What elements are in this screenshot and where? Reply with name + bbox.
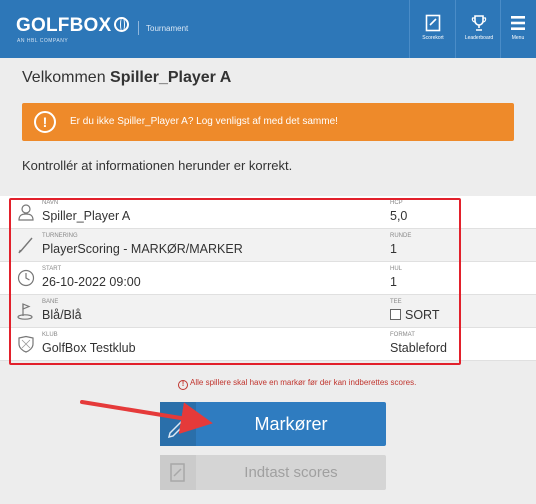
pencil-icon <box>18 237 33 254</box>
player-name: Spiller_Player A <box>110 69 232 86</box>
button-icon-area <box>160 455 196 490</box>
warning-banner: ! Er du ikke Spiller_Player A? Log venli… <box>22 103 514 141</box>
hole-value: 1 <box>390 275 397 289</box>
info-row-course: BANE Blå/Blå TEE SORT <box>0 295 536 328</box>
trophy-icon <box>471 15 487 31</box>
tournament-value: PlayerScoring - MARKØR/MARKER <box>42 242 243 256</box>
button-icon-area <box>160 402 196 446</box>
hcp-key: HCP <box>390 200 403 206</box>
check-info-text: Kontrollér at informationen herunder er … <box>22 158 293 173</box>
round-value: 1 <box>390 242 397 256</box>
tee-value: SORT <box>390 308 440 322</box>
start-value: 26-10-2022 09:00 <box>42 275 141 289</box>
name-key: NAVN <box>42 200 59 206</box>
info-list: NAVN Spiller_Player A HCP 5,0 TURNERING … <box>0 196 536 361</box>
pencil-icon <box>167 419 187 439</box>
markers-button[interactable]: Markører <box>160 402 386 446</box>
info-row-club: KLUB GolfBox Testklub FORMAT Stableford <box>0 328 536 361</box>
logo-subtitle: AN HBL COMPANY <box>17 38 69 44</box>
menu-button[interactable]: Menu <box>500 0 536 58</box>
tee-value-text: SORT <box>405 308 440 322</box>
exclamation-icon: ! <box>34 111 56 133</box>
course-value: Blå/Blå <box>42 308 82 322</box>
format-key: FORMAT <box>390 332 415 338</box>
clock-icon <box>17 269 35 287</box>
person-icon <box>18 204 34 221</box>
markers-button-label: Markører <box>254 414 328 434</box>
info-row-start: START 26-10-2022 09:00 HUL 1 <box>0 262 536 295</box>
menu-label: Menu <box>511 35 525 41</box>
start-key: START <box>42 266 62 272</box>
round-key: RUNDE <box>390 233 412 239</box>
flag-icon <box>17 303 33 320</box>
enter-scores-button[interactable]: Indtast scores <box>160 455 386 490</box>
welcome-prefix: Velkommen <box>22 69 106 86</box>
name-value: Spiller_Player A <box>42 209 131 223</box>
scorecard-icon <box>170 463 185 482</box>
hcp-value: 5,0 <box>390 209 408 223</box>
info-row-tournament: TURNERING PlayerScoring - MARKØR/MARKER … <box>0 229 536 262</box>
shield-icon <box>18 335 34 353</box>
marker-required-alert: ! Alle spillere skal have en markør før d… <box>178 378 416 390</box>
logo-separator <box>138 21 139 35</box>
leaderboard-button[interactable]: Leaderboard <box>456 0 502 58</box>
hole-key: HUL <box>390 266 403 272</box>
tee-color-swatch <box>390 309 401 320</box>
leaderboard-label: Leaderboard <box>464 35 494 41</box>
format-value: Stableford <box>390 341 447 355</box>
info-row-name: NAVN Spiller_Player A HCP 5,0 <box>0 196 536 229</box>
scorecard-icon <box>425 14 441 32</box>
course-key: BANE <box>42 299 59 305</box>
logo-tagline: Tournament <box>146 24 189 33</box>
club-key: KLUB <box>42 332 58 338</box>
scorecard-button[interactable]: Scorekort <box>410 0 456 58</box>
enter-scores-label: Indtast scores <box>244 464 338 481</box>
hamburger-icon <box>511 16 525 30</box>
tournament-key: TURNERING <box>42 233 78 239</box>
golfbox-logo[interactable]: GOLFBOX <box>16 15 130 37</box>
club-value: GolfBox Testklub <box>42 341 136 355</box>
alert-text: Alle spillere skal have en markør før de… <box>190 378 417 387</box>
tee-key: TEE <box>390 299 402 305</box>
globe-icon <box>114 17 130 32</box>
warning-text: Er du ikke Spiller_Player A? Log venligs… <box>70 116 338 127</box>
scorecard-label: Scorekort <box>422 35 444 41</box>
welcome-heading: Velkommen Spiller_Player A <box>22 69 231 87</box>
app-header: GOLFBOX AN HBL COMPANY Tournament Scorek… <box>0 0 536 58</box>
alert-icon: ! <box>178 380 188 390</box>
